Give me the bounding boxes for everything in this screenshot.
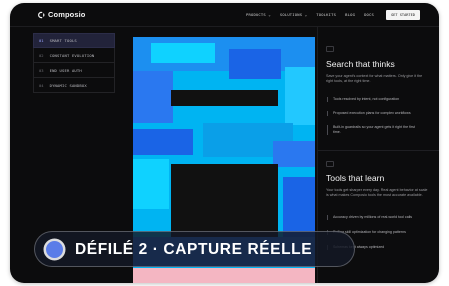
menu-item-constant-evolution[interactable]: 02 CONSTANT EVOLUTION xyxy=(33,48,115,63)
section-title: Tools that learn xyxy=(326,173,385,183)
brand-logo[interactable]: Composio xyxy=(37,10,85,19)
nav-link-solutions[interactable]: SOLUTIONS ⌄ xyxy=(280,12,307,17)
nav-link-toolkits[interactable]: TOOLKITS xyxy=(316,12,336,17)
section-description: Save your agent's context for what matte… xyxy=(326,74,423,84)
visual-block xyxy=(283,177,315,237)
composio-logo-icon xyxy=(38,11,45,18)
scroll-caption-label: DÉFILÉ 2 · CAPTURE RÉELLE xyxy=(75,241,313,258)
section-description: Your tools get sharper every day. Real a… xyxy=(326,188,428,198)
section-icon xyxy=(326,161,334,167)
section-title: Search that thinks xyxy=(326,59,395,69)
feature-item: Built-in guardrails so your agent gets i… xyxy=(327,125,423,135)
feature-item: Proposed execution plans for complex wor… xyxy=(327,111,423,116)
feature-item: Tools resolved by intent, not configurat… xyxy=(327,97,423,102)
brand-name: Composio xyxy=(48,10,86,19)
visual-block xyxy=(133,71,173,123)
get-started-button[interactable]: GET STARTED xyxy=(386,10,420,20)
visual-block xyxy=(133,159,169,209)
menu-item-label: DYNAMIC SANDBOX xyxy=(49,82,87,88)
visual-block xyxy=(171,90,278,106)
visual-block xyxy=(229,49,281,79)
menu-item-label: SMART TOOLS xyxy=(49,38,77,43)
visual-block xyxy=(285,67,315,125)
menu-item-number: 01 xyxy=(39,38,44,43)
nav-links: PRODUCTS ⌄ SOLUTIONS ⌄ TOOLKITS BLOG DOC… xyxy=(246,12,374,17)
menu-item-number: 02 xyxy=(39,52,44,58)
browser-frame: Composio PRODUCTS ⌄ SOLUTIONS ⌄ TOOLKITS… xyxy=(10,3,439,283)
nav-link-docs[interactable]: DOCS xyxy=(364,12,374,17)
menu-item-dynamic-sandbox[interactable]: 04 DYNAMIC SANDBOX xyxy=(33,78,115,93)
top-nav: Composio PRODUCTS ⌄ SOLUTIONS ⌄ TOOLKITS… xyxy=(10,3,439,27)
visual-block xyxy=(273,141,315,167)
menu-item-smart-tools[interactable]: 01 SMART TOOLS xyxy=(33,33,115,48)
menu-item-end-user-auth[interactable]: 03 END USER AUTH xyxy=(33,63,115,78)
visual-block xyxy=(133,268,315,283)
menu-item-label: END USER AUTH xyxy=(49,67,82,73)
section-divider xyxy=(318,150,439,151)
scroll-caption-badge: DÉFILÉ 2 · CAPTURE RÉELLE xyxy=(34,231,355,267)
record-dot-icon xyxy=(46,241,63,258)
nav-link-products[interactable]: PRODUCTS ⌄ xyxy=(246,12,271,17)
feature-item: Accuracy driven by millions of real-worl… xyxy=(327,215,423,220)
feature-menu: 01 SMART TOOLS 02 CONSTANT EVOLUTION 03 … xyxy=(33,33,115,93)
menu-item-number: 04 xyxy=(39,82,44,88)
visual-block xyxy=(151,43,215,63)
nav-link-blog[interactable]: BLOG xyxy=(345,12,355,17)
menu-item-number: 03 xyxy=(39,67,44,73)
section-icon xyxy=(326,46,334,52)
menu-item-label: CONSTANT EVOLUTION xyxy=(49,52,95,58)
visual-block xyxy=(133,129,193,155)
